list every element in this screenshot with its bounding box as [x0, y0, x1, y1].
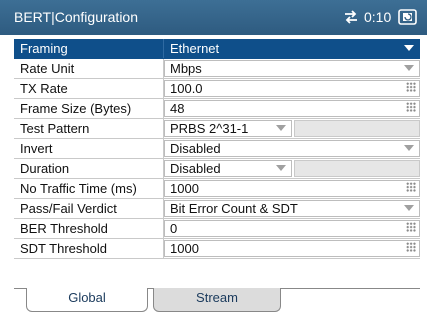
row-tx-rate[interactable]: TX Rate 100.0 — [14, 79, 420, 99]
tab-global[interactable]: Global — [26, 288, 148, 312]
row-label: Frame Size (Bytes) — [14, 99, 164, 118]
window-title: BERT|Configuration — [14, 9, 138, 25]
chevron-down-icon[interactable] — [404, 205, 414, 211]
chevron-down-icon[interactable] — [404, 145, 414, 151]
test-pattern-dropdown[interactable]: PRBS 2^31-1 — [164, 120, 292, 137]
invert-dropdown[interactable]: Disabled — [164, 140, 420, 157]
configuration-grid: Framing Ethernet Rate Unit Mbps TX Rate … — [14, 39, 420, 259]
row-pass-fail-verdict[interactable]: Pass/Fail Verdict Bit Error Count & SDT — [14, 199, 420, 219]
chevron-down-icon[interactable] — [404, 65, 414, 71]
title-bar: BERT|Configuration 0:10 — [0, 0, 427, 35]
sdt-threshold-input[interactable]: 1000 — [164, 240, 420, 257]
row-no-traffic-time[interactable]: No Traffic Time (ms) 1000 — [14, 179, 420, 199]
row-label: No Traffic Time (ms) — [14, 179, 164, 198]
row-sdt-threshold[interactable]: SDT Threshold 1000 — [14, 239, 420, 259]
tab-stream[interactable]: Stream — [153, 288, 281, 312]
keypad-icon[interactable] — [406, 242, 416, 252]
battery-icon[interactable] — [398, 8, 418, 26]
duration-dropdown[interactable]: Disabled — [164, 160, 292, 177]
frame-size-input[interactable]: 48 — [164, 100, 420, 117]
disabled-field — [294, 160, 420, 177]
row-label: Pass/Fail Verdict — [14, 199, 164, 218]
keypad-icon[interactable] — [406, 102, 416, 112]
row-test-pattern[interactable]: Test Pattern PRBS 2^31-1 — [14, 119, 420, 139]
row-rate-unit[interactable]: Rate Unit Mbps — [14, 59, 420, 79]
tx-rate-input[interactable]: 100.0 — [164, 80, 420, 97]
chevron-down-icon[interactable] — [276, 125, 286, 131]
row-label: Framing — [14, 39, 164, 58]
swap-arrows-icon[interactable] — [343, 10, 359, 24]
row-invert[interactable]: Invert Disabled — [14, 139, 420, 159]
row-frame-size[interactable]: Frame Size (Bytes) 48 — [14, 99, 420, 119]
row-framing[interactable]: Framing Ethernet — [14, 39, 420, 59]
row-label: Duration — [14, 159, 164, 178]
framing-dropdown[interactable]: Ethernet — [164, 40, 420, 57]
row-label: Test Pattern — [14, 119, 164, 138]
keypad-icon[interactable] — [406, 82, 416, 92]
row-label: SDT Threshold — [14, 239, 164, 258]
pass-fail-verdict-dropdown[interactable]: Bit Error Count & SDT — [164, 200, 420, 217]
ber-threshold-input[interactable]: 0 — [164, 220, 420, 237]
chevron-down-icon[interactable] — [404, 45, 414, 51]
rate-unit-dropdown[interactable]: Mbps — [164, 60, 420, 77]
row-label: TX Rate — [14, 79, 164, 98]
row-duration[interactable]: Duration Disabled — [14, 159, 420, 179]
row-label: BER Threshold — [14, 219, 164, 238]
row-label: Invert — [14, 139, 164, 158]
clock-display: 0:10 — [364, 9, 392, 25]
no-traffic-time-input[interactable]: 1000 — [164, 180, 420, 197]
row-label: Rate Unit — [14, 59, 164, 78]
row-ber-threshold[interactable]: BER Threshold 0 — [14, 219, 420, 239]
disabled-field — [294, 120, 420, 137]
keypad-icon[interactable] — [406, 222, 416, 232]
keypad-icon[interactable] — [406, 182, 416, 192]
chevron-down-icon[interactable] — [276, 165, 286, 171]
